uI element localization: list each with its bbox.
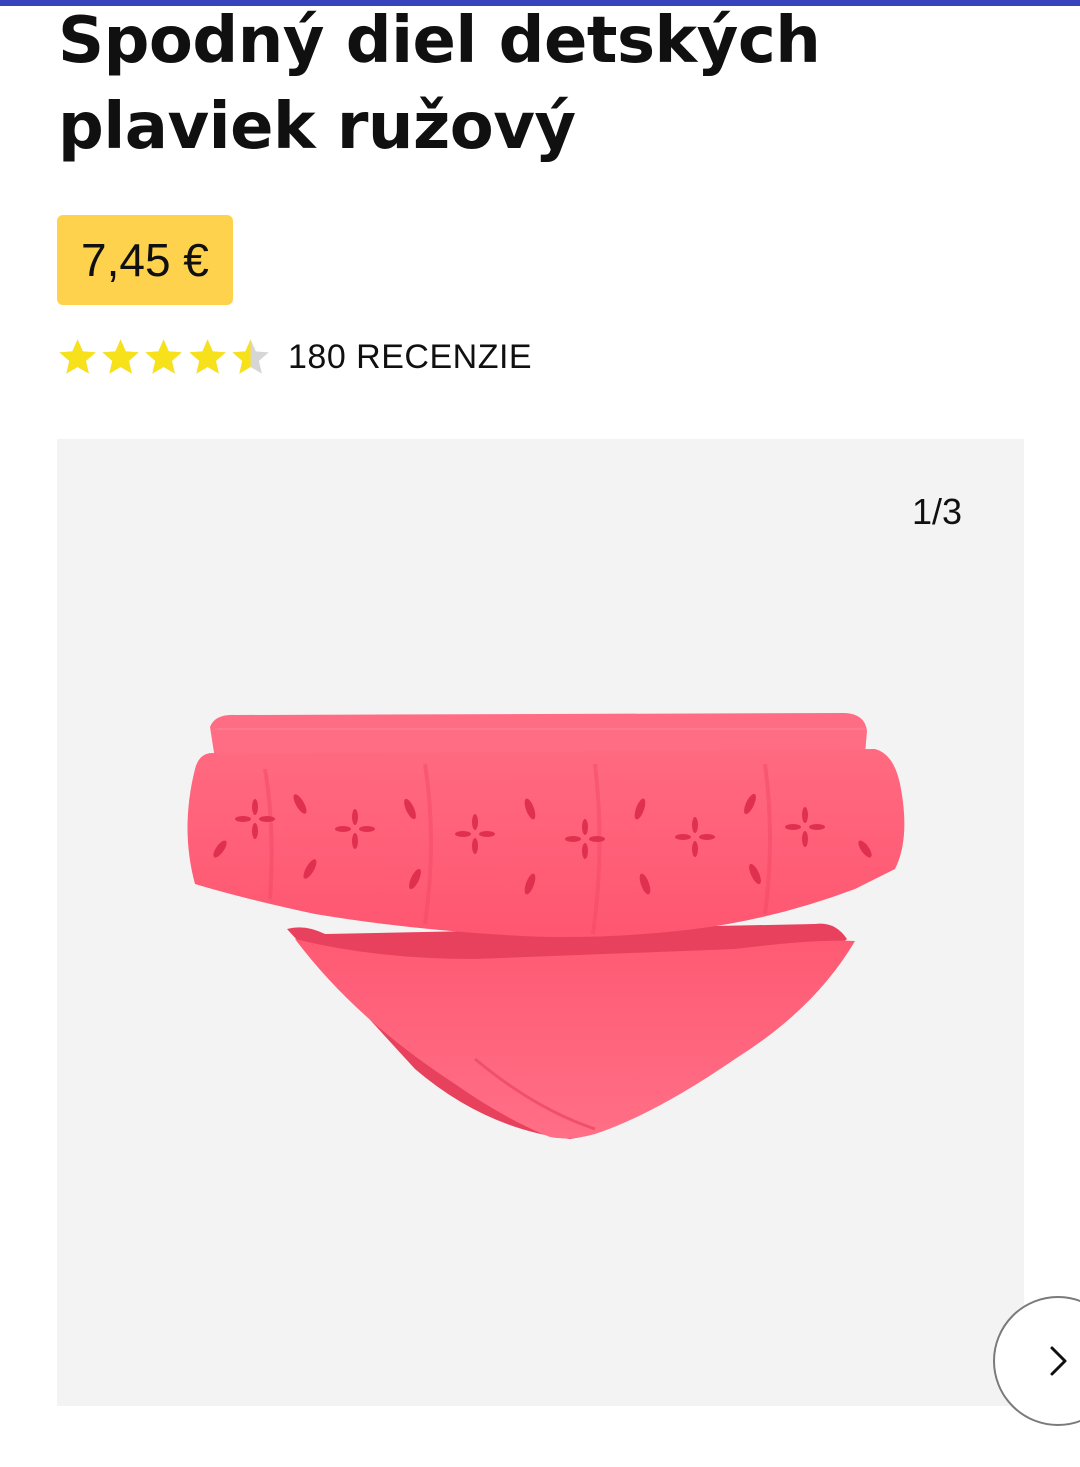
star-icon (145, 339, 183, 374)
rating-row[interactable]: 180 RECENZIE (58, 334, 532, 380)
star-icon (189, 339, 226, 374)
star-rating (58, 337, 274, 377)
product-title: Spodný diel detských plaviek ružový (58, 4, 821, 164)
gallery-counter: 1/3 (911, 491, 962, 532)
chevron-right-icon (1050, 1346, 1067, 1376)
product-gallery[interactable]: 1/3 (57, 439, 1080, 1426)
price-value: 7,45 € (81, 234, 209, 286)
product-image[interactable] (175, 709, 909, 1149)
next-image-button[interactable] (993, 1296, 1080, 1426)
price-badge: 7,45 € (57, 215, 233, 305)
star-icon (102, 339, 139, 374)
review-count-link[interactable]: 180 RECENZIE (288, 338, 532, 377)
star-icon (59, 339, 96, 374)
star-icon (232, 339, 269, 374)
